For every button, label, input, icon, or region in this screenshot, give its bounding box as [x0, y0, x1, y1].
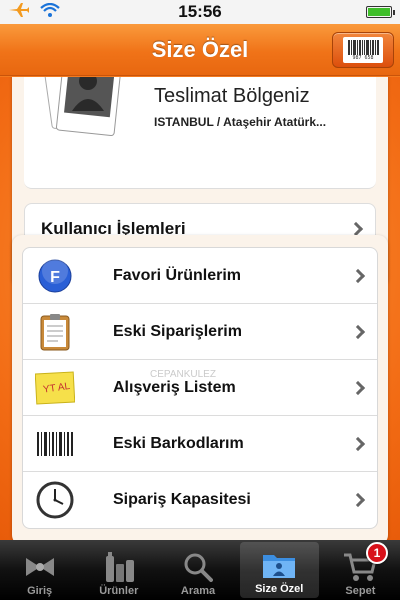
photo-avatar-icon	[42, 77, 122, 139]
barcode-number: 987 658	[352, 54, 374, 61]
chevron-right-icon	[350, 436, 366, 451]
menu-card: F Favori Ürünlerim Eski Siparişlerim YT …	[12, 235, 388, 540]
airplane-icon	[8, 2, 30, 23]
cart-count-badge: 1	[366, 542, 389, 564]
menu-item-favorites[interactable]: F Favori Ürünlerim	[23, 248, 377, 304]
tab-label: Size Özel	[255, 583, 304, 595]
bow-icon	[22, 551, 58, 583]
sticky-note-icon: YT AL	[33, 368, 77, 408]
tab-label: Ürünler	[99, 585, 139, 597]
menu-item-label: Favori Ürünlerim	[113, 266, 242, 284]
menu-item-label: Eski Siparişlerim	[113, 322, 242, 340]
delivery-region-location: ISTANBUL / Ataşehir Atatürk...	[154, 115, 327, 129]
status-bar: 15:56	[0, 0, 400, 24]
delivery-region-title: Teslimat Bölgeniz	[154, 85, 310, 107]
tab-products[interactable]: Ürünler	[79, 540, 158, 600]
menu-item-order-capacity[interactable]: Sipariş Kapasitesi	[23, 472, 377, 528]
status-time: 15:56	[178, 2, 222, 21]
tab-label: Giriş	[27, 585, 53, 597]
nav-bar: Size Özel 987 658	[0, 24, 400, 76]
tab-for-you[interactable]: Size Özel	[239, 542, 319, 598]
chevron-right-icon	[348, 221, 364, 237]
menu-item-label: Alışveriş Listem	[113, 378, 236, 396]
wifi-icon	[40, 2, 60, 22]
folder-icon	[261, 549, 297, 581]
tab-bar: Giriş Ürünler Arama Size Özel Sepet 1	[0, 540, 400, 600]
tab-label: Sepet	[345, 585, 376, 597]
battery-icon	[365, 6, 395, 18]
chevron-right-icon	[350, 380, 366, 395]
menu-list: F Favori Ürünlerim Eski Siparişlerim YT …	[22, 247, 378, 529]
barcode-icon	[33, 424, 77, 464]
tab-cart[interactable]: Sepet 1	[321, 540, 400, 600]
clock-icon	[33, 480, 77, 520]
watermark-text: CEPANKULEZ	[150, 369, 216, 380]
barcode-scan-button[interactable]: 987 658	[332, 32, 394, 68]
products-icon	[101, 551, 137, 583]
barcode-icon: 987 658	[343, 37, 383, 63]
chevron-right-icon	[350, 324, 366, 339]
favorites-f-icon: F	[33, 256, 77, 296]
chevron-right-icon	[350, 492, 366, 508]
chevron-right-icon	[350, 268, 366, 283]
clipboard-icon	[33, 312, 77, 352]
tab-label: Arama	[180, 585, 216, 597]
search-icon	[180, 551, 216, 583]
page-title: Size Özel	[151, 36, 249, 62]
tab-search[interactable]: Arama	[158, 540, 237, 600]
main-content: Teslimat Bölgeniz ISTANBUL / Ataşehir At…	[0, 77, 400, 540]
menu-item-past-orders[interactable]: Eski Siparişlerim	[23, 304, 377, 360]
menu-item-past-barcodes[interactable]: Eski Barkodlarım	[23, 416, 377, 472]
svg-text:F: F	[50, 269, 60, 286]
menu-item-label: Eski Barkodlarım	[113, 434, 244, 452]
delivery-region-row[interactable]: Teslimat Bölgeniz ISTANBUL / Ataşehir At…	[24, 77, 376, 189]
tab-home[interactable]: Giriş	[0, 540, 79, 600]
menu-item-label: Sipariş Kapasitesi	[113, 491, 251, 508]
